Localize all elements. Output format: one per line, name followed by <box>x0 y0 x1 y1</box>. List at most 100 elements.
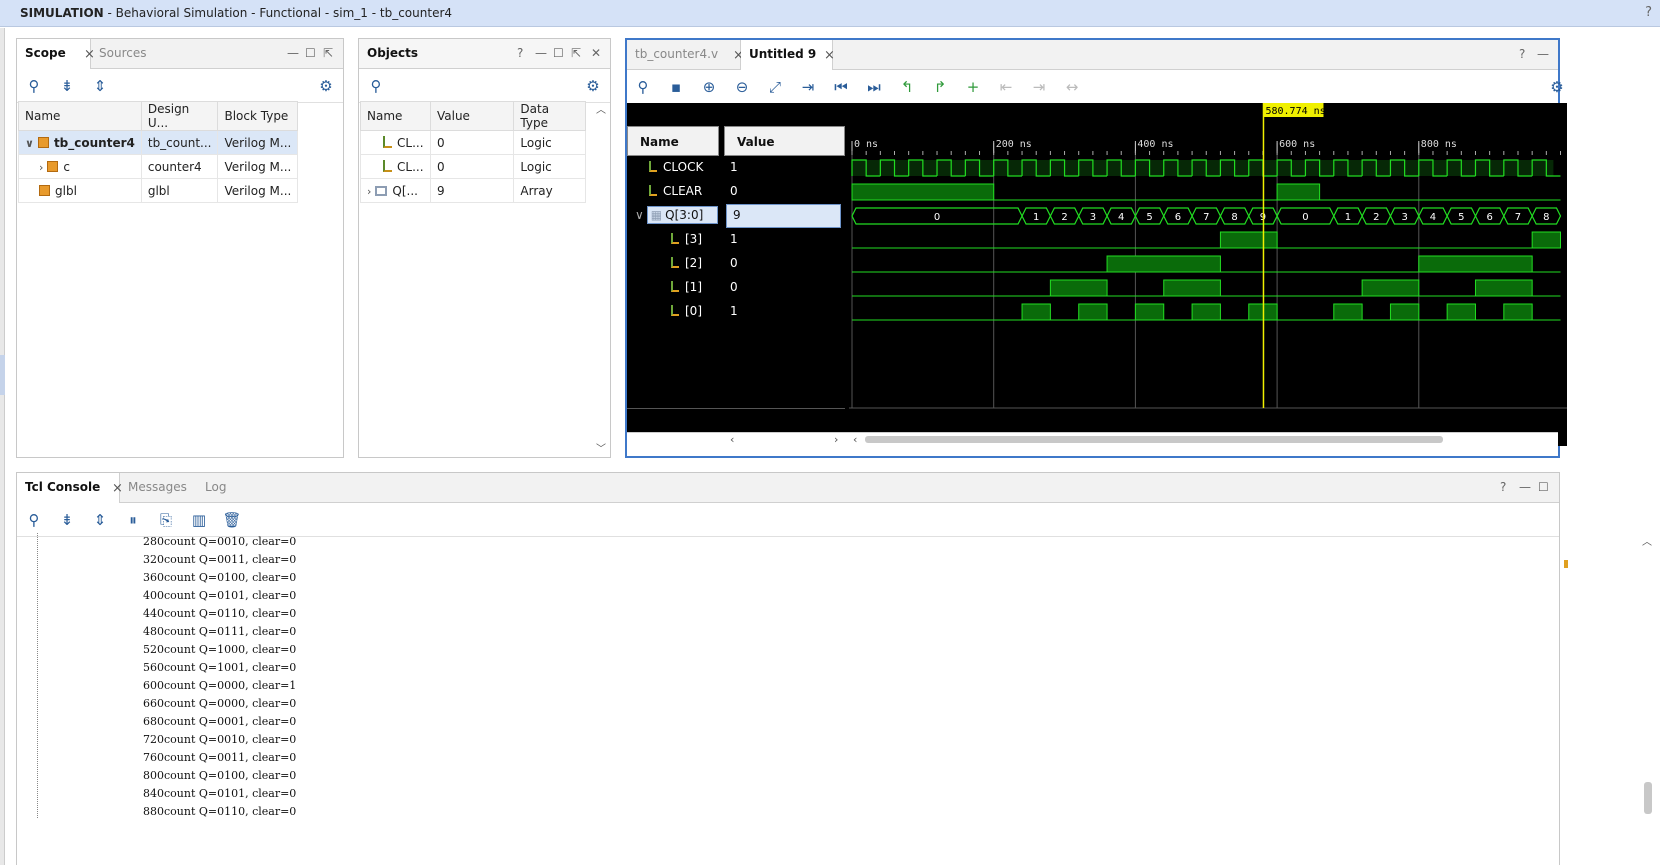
tab-messages[interactable]: Messages <box>120 473 195 503</box>
bus-value: 5 <box>1146 212 1152 223</box>
waveform-canvas[interactable]: 0 ns200 ns400 ns600 ns800 ns012345678901… <box>849 103 1567 446</box>
search-icon[interactable]: ⚲ <box>24 510 44 530</box>
search-icon[interactable]: ⚲ <box>633 77 653 97</box>
columns-icon[interactable]: ▥ <box>189 510 209 530</box>
minimize-icon[interactable]: — <box>1537 47 1549 61</box>
chevron-down-icon[interactable]: ∨ <box>635 208 644 222</box>
collapse-all-icon[interactable]: ⇟ <box>57 76 77 96</box>
scroll-right-icon[interactable]: › <box>834 433 838 446</box>
bus-value: 3 <box>1401 212 1407 223</box>
maximize-icon[interactable]: ☐ <box>1538 480 1549 494</box>
time-label: 0 ns <box>854 139 878 150</box>
signal-name-clock[interactable]: CLOCK <box>627 156 719 180</box>
close-icon[interactable]: ✕ <box>591 46 601 60</box>
zoom-out-icon[interactable]: ⊖ <box>732 77 752 97</box>
signal-name-bit3[interactable]: [3] <box>627 228 719 252</box>
chevron-down-icon[interactable]: ∨ <box>25 137 34 150</box>
signal-name-bit1[interactable]: [1] <box>627 276 719 300</box>
expand-all-icon[interactable]: ⇕ <box>90 510 110 530</box>
float-icon[interactable]: ⇱ <box>323 46 333 60</box>
scroll-left-icon[interactable]: ‹ <box>730 433 734 446</box>
minimize-icon[interactable]: — <box>287 46 299 60</box>
scroll-thumb[interactable] <box>1644 782 1652 814</box>
signal-name-bit2[interactable]: [2] <box>627 252 719 276</box>
tab-tcl-console[interactable]: Tcl Console × <box>17 473 123 503</box>
signal-value: 0 <box>730 184 738 198</box>
bit-high <box>1049 279 1108 297</box>
help-icon[interactable]: ? <box>1500 480 1506 494</box>
signal-name-clear[interactable]: CLEAR <box>627 180 719 204</box>
value-header[interactable]: Value <box>724 126 845 156</box>
help-icon[interactable]: ? <box>517 46 523 60</box>
pause-icon[interactable]: ⏸ <box>123 510 143 530</box>
col-design[interactable]: Design U... <box>140 101 219 131</box>
scroll-thumb[interactable] <box>865 436 1443 443</box>
scope-table: Name Design U... Block Type ∨ tb_counter4… <box>18 101 299 203</box>
save-icon[interactable]: ▪ <box>666 77 686 97</box>
wave-panel: tb_counter4.v × Untitled 9 × ? — ⚲ ▪ ⊕ ⊖ ⤢… <box>625 38 1567 458</box>
bit-high <box>1503 303 1533 321</box>
scroll-left-icon[interactable]: ‹ <box>853 433 857 446</box>
name-header[interactable]: Name <box>627 126 719 156</box>
col-block-type[interactable]: Block Type <box>217 101 299 131</box>
float-icon[interactable]: ⇱ <box>571 46 581 60</box>
collapse-all-icon[interactable]: ⇟ <box>57 510 77 530</box>
gear-icon[interactable]: ⚙ <box>316 76 336 96</box>
bus-value: 1 <box>1345 212 1351 223</box>
console-line: 880count Q=0110, clear=0 <box>143 805 297 818</box>
next-transition-icon[interactable]: ↱ <box>930 77 950 97</box>
add-marker-icon[interactable]: + <box>963 77 983 97</box>
gear-icon[interactable]: ⚙ <box>583 76 603 96</box>
col-data-type[interactable]: Data Type <box>513 101 586 131</box>
maximize-icon[interactable]: ☐ <box>305 46 316 60</box>
tab-log[interactable]: Log <box>197 473 234 503</box>
go-to-cursor-icon[interactable]: ⇥ <box>798 77 818 97</box>
table-row[interactable]: ∨ tb_counter4 tb_count... Verilog M... <box>18 130 299 155</box>
console-line: 400count Q=0101, clear=0 <box>143 589 297 602</box>
go-to-start-icon[interactable]: ⏮ <box>831 77 851 97</box>
table-row[interactable]: CL... 0 Logic <box>360 154 586 179</box>
table-row[interactable]: › Q[... 9 Array <box>360 178 586 203</box>
col-name[interactable]: Name <box>360 101 431 131</box>
window-title: SIMULATION - Behavioral Simulation - Fun… <box>20 6 453 20</box>
chevron-right-icon[interactable]: › <box>39 161 43 174</box>
search-icon[interactable]: ⚲ <box>366 76 386 96</box>
go-to-end-icon[interactable]: ⏭ <box>864 77 884 97</box>
table-row[interactable]: CL... 0 Logic <box>360 130 586 155</box>
zoom-fit-icon[interactable]: ⤢ <box>765 77 785 97</box>
close-icon[interactable]: × <box>824 48 835 63</box>
gear-icon[interactable]: ⚙ <box>1547 77 1567 97</box>
maximize-icon[interactable]: ☐ <box>553 46 564 60</box>
chevron-right-icon[interactable]: › <box>367 185 371 198</box>
tab-sources[interactable]: Sources <box>91 39 154 69</box>
search-icon[interactable]: ⚲ <box>24 76 44 96</box>
minimize-icon[interactable]: — <box>535 46 547 60</box>
clear-icon[interactable]: 🗑 <box>222 510 242 530</box>
tab-untitled-9[interactable]: Untitled 9 × <box>741 40 835 70</box>
help-icon[interactable]: ? <box>1645 5 1652 20</box>
copy-icon[interactable]: ⎘ <box>156 510 176 530</box>
bit-high <box>1474 279 1533 297</box>
col-name[interactable]: Name <box>18 101 142 131</box>
bus-value: 7 <box>1203 212 1209 223</box>
signal-name-q[interactable]: ∨ ▦ Q[3:0] <box>627 204 719 228</box>
signal-icon <box>671 281 679 292</box>
tab-tb-counter4[interactable]: tb_counter4.v × <box>627 40 744 70</box>
zoom-in-icon[interactable]: ⊕ <box>699 77 719 97</box>
col-value[interactable]: Value <box>429 101 515 131</box>
signal-name-bit0[interactable]: [0] <box>627 300 719 324</box>
minimize-icon[interactable]: — <box>1519 480 1531 494</box>
vertical-scrollbar[interactable]: ︿ ﹀ <box>594 101 608 455</box>
table-row[interactable]: glbl glbl Verilog M... <box>18 178 299 203</box>
console-line: 600count Q=0000, clear=1 <box>143 679 297 692</box>
bus-value: 6 <box>1486 212 1492 223</box>
signal-value: 1 <box>730 232 738 246</box>
console-scrollbar[interactable]: ︿ <box>1642 533 1654 818</box>
expand-all-icon[interactable]: ⇕ <box>90 76 110 96</box>
previous-transition-icon[interactable]: ↰ <box>897 77 917 97</box>
tab-scope[interactable]: Scope × <box>17 39 95 69</box>
help-icon[interactable]: ? <box>1519 47 1525 61</box>
horizontal-scrollbar[interactable]: ‹ › ‹ <box>627 432 1558 446</box>
table-row[interactable]: › c counter4 Verilog M... <box>18 154 299 179</box>
signal-icon <box>383 135 392 148</box>
